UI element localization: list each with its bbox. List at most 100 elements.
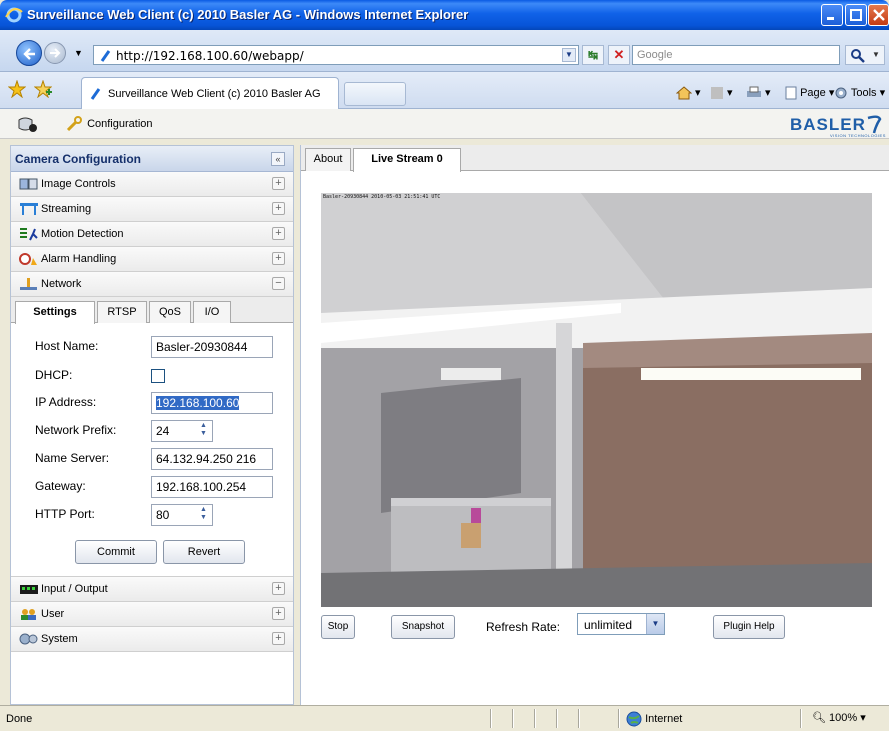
section-network[interactable]: Network −: [11, 272, 293, 297]
stop-icon: ✕: [613, 47, 625, 62]
spinner-arrows-icon[interactable]: ▲ ▼: [197, 506, 210, 524]
network-subtabs: Settings RTSP QoS I/O: [11, 297, 293, 324]
section-user[interactable]: User +: [11, 602, 293, 627]
section-motion-detection[interactable]: Motion Detection +: [11, 222, 293, 247]
main-tabs: About Live Stream 0: [301, 145, 889, 172]
ie-logo-icon: [5, 7, 23, 23]
search-icon: [851, 49, 865, 63]
maximize-icon: [850, 9, 862, 21]
collapse-icon[interactable]: −: [272, 277, 285, 290]
minimize-button[interactable]: [821, 4, 843, 26]
forward-button[interactable]: [44, 42, 66, 64]
zoom-control[interactable]: 🔍︎ 100% ▾: [812, 711, 866, 724]
url-dropdown-icon[interactable]: ▼: [562, 48, 576, 62]
streaming-icon: [20, 203, 38, 215]
camera-icon[interactable]: [16, 116, 46, 134]
alarm-handling-icon: [19, 253, 37, 265]
close-button[interactable]: [868, 4, 889, 26]
feeds-button[interactable]: ▾: [710, 86, 733, 100]
print-button[interactable]: ▾: [746, 86, 771, 100]
name-server-field[interactable]: 64.132.94.250 216: [151, 448, 273, 470]
expand-icon[interactable]: +: [272, 632, 285, 645]
refresh-icon: ↹: [587, 48, 599, 62]
url-text: http://192.168.100.60/webapp/: [116, 49, 304, 63]
stop-stream-button[interactable]: Stop: [321, 615, 355, 639]
section-alarm-handling[interactable]: Alarm Handling +: [11, 247, 293, 272]
revert-button[interactable]: Revert: [163, 540, 245, 564]
input-output-icon: [20, 585, 38, 594]
tab-about[interactable]: About: [305, 148, 351, 171]
host-name-label: Host Name:: [35, 339, 99, 353]
refresh-rate-label: Refresh Rate:: [486, 620, 561, 634]
section-label: Input / Output: [41, 583, 108, 595]
favorites-star-icon[interactable]: [8, 80, 26, 98]
home-button[interactable]: ▾: [675, 86, 701, 100]
url-field[interactable]: http://192.168.100.60/webapp/ ▼: [93, 45, 579, 65]
tab-rtsp[interactable]: RTSP: [97, 301, 147, 323]
network-prefix-stepper[interactable]: 24 ▲ ▼: [151, 420, 213, 442]
section-input-output[interactable]: Input / Output +: [11, 577, 293, 602]
system-icon: [19, 633, 38, 645]
window-title: Surveillance Web Client (c) 2010 Basler …: [27, 7, 469, 22]
tab-settings[interactable]: Settings: [15, 301, 95, 324]
plugin-help-button[interactable]: Plugin Help: [713, 615, 785, 639]
expand-icon[interactable]: +: [272, 177, 285, 190]
expand-icon[interactable]: +: [272, 227, 285, 240]
tab-command-bar: Surveillance Web Client (c) 2010 Basler …: [0, 72, 889, 109]
configuration-link[interactable]: Configuration: [66, 116, 153, 132]
browser-tab[interactable]: Surveillance Web Client (c) 2010 Basler …: [81, 77, 339, 109]
network-prefix-value: 24: [156, 424, 170, 438]
section-image-controls[interactable]: Image Controls +: [11, 172, 293, 197]
spinner-arrows-icon[interactable]: ▲ ▼: [197, 422, 210, 440]
camera-configuration-panel: Camera Configuration « Image Controls + …: [10, 145, 294, 705]
security-zone[interactable]: Internet: [626, 711, 682, 727]
basler-logo: BASLER: [790, 115, 866, 134]
recent-pages-dropdown[interactable]: ▼: [74, 48, 83, 58]
collapse-panel-button[interactable]: «: [271, 152, 285, 166]
expand-icon[interactable]: +: [272, 202, 285, 215]
status-divider: [578, 709, 579, 728]
section-system[interactable]: System +: [11, 627, 293, 652]
browser-tab-label: Surveillance Web Client (c) 2010 Basler …: [108, 88, 321, 100]
video-timestamp-overlay: Basler-20930844 2010-05-03 21:51:41 UTC: [323, 194, 441, 200]
page-menu[interactable]: Page ▾: [785, 86, 834, 100]
host-name-field[interactable]: Basler-20930844: [151, 336, 273, 358]
maximize-button[interactable]: [845, 4, 867, 26]
page-menu-label: Page: [800, 87, 826, 99]
live-video-stream[interactable]: [321, 193, 872, 607]
dhcp-checkbox[interactable]: [151, 369, 165, 383]
status-divider: [512, 709, 513, 728]
tab-qos[interactable]: QoS: [149, 301, 191, 323]
user-icon: [21, 609, 36, 620]
refresh-rate-select[interactable]: unlimited ▼: [577, 613, 665, 635]
search-input[interactable]: Google: [632, 45, 840, 65]
add-favorite-icon[interactable]: [34, 80, 52, 98]
arrow-right-icon: [50, 48, 61, 58]
network-prefix-label: Network Prefix:: [35, 423, 117, 437]
back-button[interactable]: [16, 40, 42, 66]
home-icon: [675, 86, 693, 100]
gateway-field[interactable]: 192.168.100.254: [151, 476, 273, 498]
commit-button[interactable]: Commit: [75, 540, 157, 564]
section-label: Motion Detection: [41, 228, 124, 240]
refresh-button[interactable]: ↹: [582, 45, 604, 65]
expand-icon[interactable]: +: [272, 582, 285, 595]
section-label: Network: [41, 278, 82, 290]
snapshot-button[interactable]: Snapshot: [391, 615, 455, 639]
configuration-label: Configuration: [87, 118, 153, 130]
section-streaming[interactable]: Streaming +: [11, 197, 293, 222]
new-tab-button[interactable]: [344, 82, 406, 106]
http-port-stepper[interactable]: 80 ▲ ▼: [151, 504, 213, 526]
chevron-down-icon[interactable]: ▼: [646, 614, 664, 634]
tools-menu[interactable]: Tools ▾: [834, 86, 885, 100]
stop-loading-button[interactable]: ✕: [608, 45, 630, 65]
status-bar: Done Internet 🔍︎ 100% ▾: [0, 705, 889, 731]
section-label: Image Controls: [41, 178, 116, 190]
tab-live-stream[interactable]: Live Stream 0: [353, 148, 461, 172]
expand-icon[interactable]: +: [272, 607, 285, 620]
zone-label: Internet: [645, 713, 683, 725]
ip-address-field[interactable]: 192.168.100.60: [151, 392, 273, 414]
expand-icon[interactable]: +: [272, 252, 285, 265]
tab-io[interactable]: I/O: [193, 301, 231, 323]
search-button[interactable]: ▼: [845, 45, 885, 65]
